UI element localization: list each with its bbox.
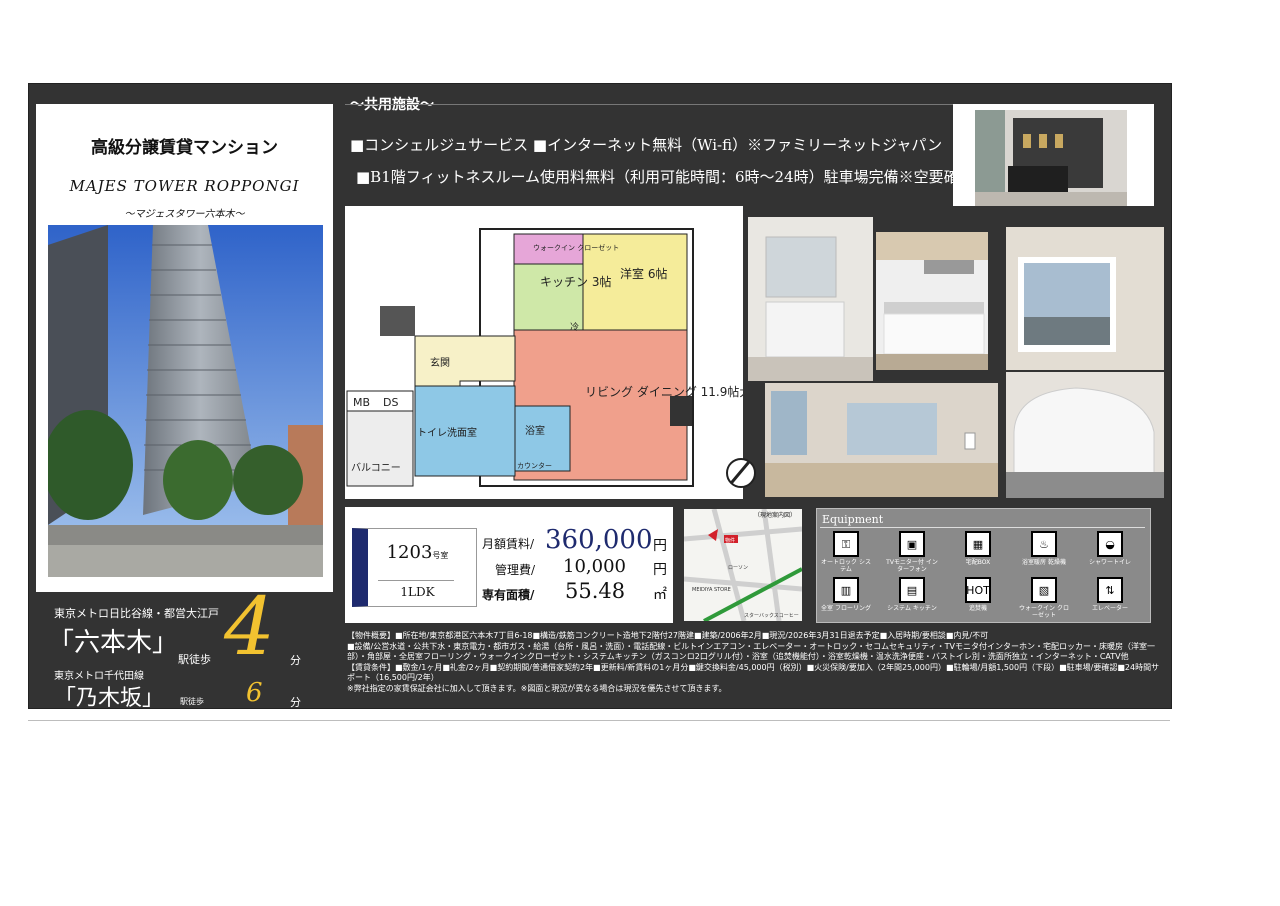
equipment-item: ◒ シャワートイレ (1084, 531, 1136, 566)
room-number: 1203号室 (375, 542, 460, 563)
equipment-label: エレベーター (1091, 605, 1128, 612)
floorplan: ウォークイン クローゼット キッチン 3帖 洋室 6帖 玄関 リビング ダイニン… (346, 228, 743, 487)
kitchen-photo (876, 232, 988, 370)
bottom-rule (28, 720, 1170, 721)
equipment-label: 宅配BOX (965, 559, 991, 566)
walk1-unit: 分 (290, 654, 301, 667)
equipment-label: システム キッチン (887, 605, 937, 612)
bath-label: 浴室 (525, 424, 545, 437)
area-label: 専有面積/ (482, 588, 535, 602)
rent-value: 360,000 (545, 525, 653, 555)
equipment-item: ⇅ エレベーター (1084, 577, 1136, 612)
map-label: （現地案内図） (754, 511, 796, 519)
flooring-icon: ▥ (833, 577, 859, 603)
fee-unit: 円 (653, 562, 667, 578)
walkin-closet-icon: ▧ (1031, 577, 1057, 603)
western-label: 洋室 6帖 (620, 266, 667, 281)
bathtub-photo (1006, 372, 1164, 498)
lobby-photo (953, 104, 1154, 206)
walk2-minutes: 6 (246, 678, 263, 708)
equipment-label: シャワートイレ (1088, 559, 1131, 566)
counter-label: カウンター (517, 461, 552, 470)
bath-dryer-icon: ♨ (1031, 531, 1057, 557)
window-view-photo (1006, 227, 1164, 370)
living-label: リビング ダイニング 11.9帖大 (585, 384, 743, 399)
property-name-en: MAJES TOWER ROPPONGI (69, 177, 300, 195)
equipment-item: ▤ システム キッチン (886, 577, 938, 612)
building-exterior-photo (48, 225, 323, 577)
equipment-label: オートロック システム (821, 559, 871, 573)
map-coffee: スターバックスコーヒー (744, 612, 799, 619)
system-kitchen-icon: ▤ (899, 577, 925, 603)
details-line4: ※弊社指定の家賃保証会社に加入して頂きます。※図面と現況が異なる場合は現況を優先… (347, 684, 727, 693)
map-pin-label: 物件 (725, 537, 735, 544)
facilities-line1: ■コンシェルジュサービス ■インターネット無料（Wi-fi）※ファミリーネットジ… (350, 136, 943, 154)
equipment-item: ▥ 全室 フローリング (820, 577, 872, 612)
balcony-area (346, 410, 414, 487)
equipment-item: HOT 追焚機 (952, 577, 1004, 612)
equipment-title: Equipment (822, 513, 884, 526)
kitchen-label: キッチン 3帖 (540, 274, 611, 289)
walkin-label: ウォークイン クローゼット (533, 243, 619, 252)
mb-label: MB (353, 396, 370, 409)
property-name-ja: ～マジェスタワー六本木～ (124, 209, 245, 220)
fee-value: 10,000 (563, 556, 626, 577)
station2-name: 「乃木坂」 (54, 686, 165, 711)
room-number-suffix: 号室 (432, 551, 449, 560)
station1-name: 「六本木」 (48, 628, 179, 658)
room-number-value: 1203 (386, 542, 433, 563)
toilet-label: トイレ (417, 428, 447, 439)
elevator-icon: ⇅ (1097, 577, 1123, 603)
map-lawson: ローソン (728, 565, 748, 571)
western-room-photo (765, 383, 998, 497)
fridge-label: 冷 (570, 321, 579, 333)
equipment-label: ウォークイン クローゼット (1019, 605, 1069, 619)
fee-label: 管理費/ (495, 563, 536, 577)
walk2-label: 駅徒歩 (180, 697, 204, 706)
entrance-label: 玄関 (430, 356, 450, 369)
balcony-label: バルコニー (351, 462, 401, 474)
vanity-photo (748, 217, 873, 381)
room-divider (378, 580, 454, 581)
equipment-item: ♨ 浴室暖房 乾燥機 (1018, 531, 1070, 566)
rent-unit: 円 (653, 538, 667, 554)
room-layout: 1LDK (400, 585, 435, 599)
intercom-icon: ▣ (899, 531, 925, 557)
washroom-label: 洗面室 (447, 426, 477, 439)
details-line1: 【物件概要】■所在地/東京都港区六本木7丁目6-18■構造/鉄筋コンクリート造地… (347, 631, 989, 640)
equipment-label: TVモニター付 インターフォン (886, 559, 938, 573)
details-line2: ■設備/公営水道・公共下水・東京電力・都市ガス・給湯（台所・風呂・洗面）・電話配… (347, 642, 1155, 661)
facilities-divider (345, 104, 953, 105)
equipment-item: ▣ TVモニター付 インターフォン (886, 531, 938, 573)
equipment-label: 追焚機 (968, 605, 987, 612)
property-category: 高級分譲賃貸マンション (91, 138, 278, 158)
ds-label: DS (383, 396, 398, 409)
equipment-label: 浴室暖房 乾燥機 (1022, 559, 1066, 566)
line1-name: 東京メトロ日比谷線・都営大江戸 (54, 607, 219, 620)
walk1-minutes: 4 (224, 580, 275, 673)
equipment-item: ▧ ウォークイン クローゼット (1018, 577, 1070, 619)
map-store: MEIDIYA STORE (692, 587, 731, 593)
equipment-divider (820, 527, 1145, 528)
area-value: 55.48 (565, 579, 626, 603)
delivery-box-icon: ▦ (965, 531, 991, 557)
walk2-unit: 分 (290, 696, 301, 709)
walk1-label: 駅徒歩 (178, 653, 211, 666)
area-unit: ㎡ (653, 587, 667, 603)
facilities-line2: ■B1階フィットネスルーム使用料無料（利用可能時間：6時～24時）駐車場完備※空… (356, 168, 974, 186)
rent-label: 月額賃料/ (482, 537, 535, 551)
equipment-label: 全室 フローリング (821, 605, 871, 612)
equipment-item: ⚿ オートロック システム (820, 531, 872, 573)
location-map[interactable]: （現地案内図） 物件 ローソン MEIDIYA STORE スターバックスコーヒ… (684, 509, 802, 621)
autolock-icon: ⚿ (833, 531, 859, 557)
reheat-icon: HOT (965, 577, 991, 603)
details-line3: 【賃貸条件】■敷金/1ヶ月■礼金/2ヶ月■契約期間/普通借家契約2年■更新料/新… (347, 663, 1160, 682)
equipment-item: ▦ 宅配BOX (952, 531, 1004, 566)
wall-block (380, 306, 415, 336)
shower-toilet-icon: ◒ (1097, 531, 1123, 557)
compass-icon (726, 458, 756, 488)
